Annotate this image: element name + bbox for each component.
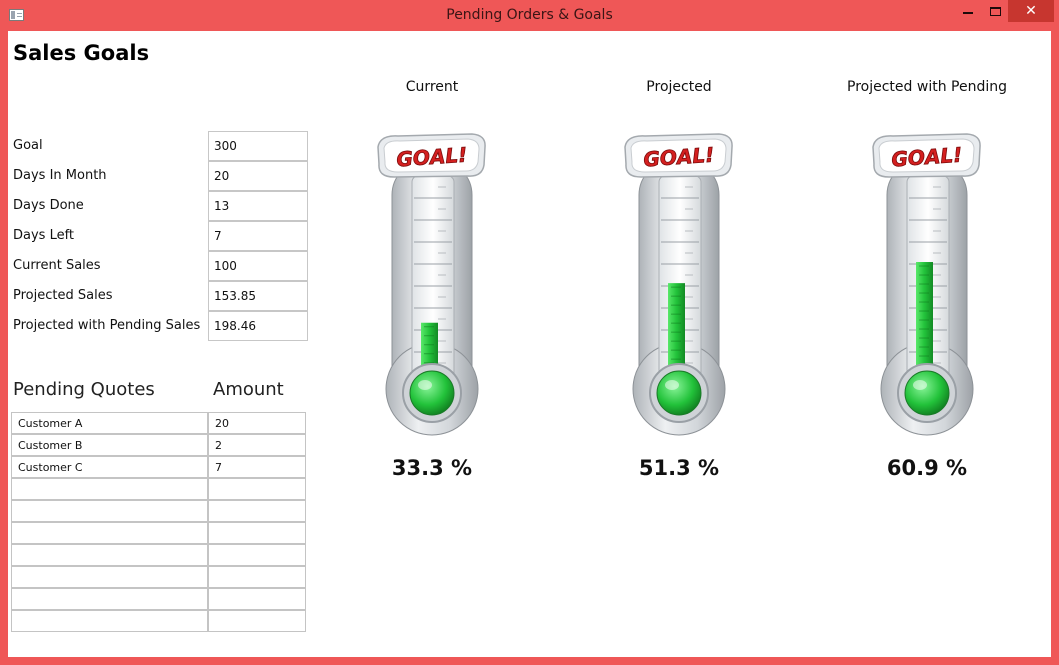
days-done-input[interactable] (208, 191, 308, 221)
quote-amount-cell[interactable] (208, 522, 306, 544)
quote-amount-cell[interactable] (208, 478, 306, 500)
quote-amount-cell[interactable]: 2 (208, 434, 306, 456)
days-left-input[interactable] (208, 221, 308, 251)
field-label-goal: Goal (13, 138, 43, 153)
goal-badge-text: GOAL! (891, 143, 963, 172)
quotes-column-header-name[interactable]: Pending Quotes (13, 379, 155, 400)
goal-thermometer-icon: GOAL! (619, 131, 739, 436)
quote-customer-cell[interactable] (11, 544, 208, 566)
quotes-column-header-amount[interactable]: Amount (213, 379, 284, 400)
projected-with-pending-input[interactable] (208, 311, 308, 341)
field-label-days-in-month: Days In Month (13, 168, 107, 183)
title-bar[interactable]: Pending Orders & Goals ✕ (0, 0, 1059, 31)
gauge-title: Current (405, 79, 459, 95)
field-label-projected-with-pending: Projected with Pending Sales (13, 318, 201, 333)
goal-input[interactable] (208, 131, 308, 161)
quote-customer-cell[interactable]: Customer A (11, 412, 208, 434)
maximize-button[interactable] (982, 0, 1008, 22)
quote-customer-cell[interactable] (11, 566, 208, 588)
gauge-title: Projected (646, 79, 712, 95)
goal-badge-text: GOAL! (396, 143, 468, 172)
quote-customer-cell[interactable] (11, 610, 208, 632)
goal-badge-text: GOAL! (643, 143, 715, 172)
projected-sales-input[interactable] (208, 281, 308, 311)
gauge-percentage: 33.3 % (391, 456, 473, 480)
quote-amount-cell[interactable] (208, 500, 306, 522)
minimize-icon (963, 12, 973, 14)
app-window: Pending Orders & Goals ✕ Sales Goals Goa… (0, 0, 1059, 665)
goal-thermometer-icon: GOAL! (867, 131, 987, 436)
current-sales-input[interactable] (208, 251, 308, 281)
maximize-icon (989, 6, 1001, 16)
gauge-percentage: 60.9 % (886, 456, 968, 480)
quote-customer-cell[interactable]: Customer B (11, 434, 208, 456)
quote-customer-cell[interactable] (11, 500, 208, 522)
close-button[interactable]: ✕ (1008, 0, 1054, 22)
quote-amount-cell[interactable] (208, 588, 306, 610)
gauge-title: Projected with Pending (847, 79, 1007, 95)
quote-customer-cell[interactable]: Customer C (11, 456, 208, 478)
field-label-projected-sales: Projected Sales (13, 288, 113, 303)
close-icon: ✕ (1025, 3, 1037, 19)
quote-amount-cell[interactable] (208, 610, 306, 632)
quote-customer-cell[interactable] (11, 478, 208, 500)
days-in-month-input[interactable] (208, 161, 308, 191)
quote-amount-cell[interactable]: 20 (208, 412, 306, 434)
minimize-button[interactable] (955, 0, 981, 22)
gauge-percentage: 51.3 % (638, 456, 720, 480)
quote-amount-cell[interactable] (208, 566, 306, 588)
field-label-days-done: Days Done (13, 198, 84, 213)
goal-thermometer-icon: GOAL! (372, 131, 492, 436)
content-area: Sales Goals Goal Days In Month Days Done… (8, 31, 1051, 657)
window-title: Pending Orders & Goals (446, 7, 613, 23)
field-label-days-left: Days Left (13, 228, 75, 243)
quote-amount-cell[interactable] (208, 544, 306, 566)
quote-customer-cell[interactable] (11, 522, 208, 544)
quote-customer-cell[interactable] (11, 588, 208, 610)
quote-amount-cell[interactable]: 7 (208, 456, 306, 478)
page-title: Sales Goals (13, 41, 150, 65)
field-label-current-sales: Current Sales (13, 258, 101, 273)
